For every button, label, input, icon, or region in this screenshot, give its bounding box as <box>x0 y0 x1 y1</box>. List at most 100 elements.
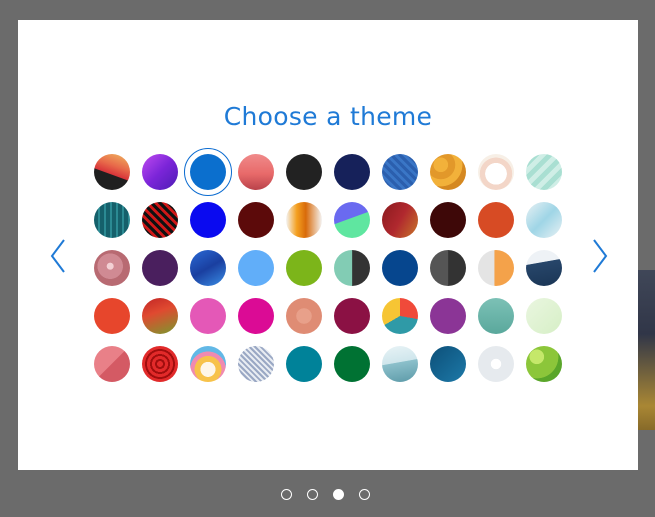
theme-swatch-20[interactable] <box>526 202 562 238</box>
chevron-right-icon <box>593 239 608 273</box>
theme-swatch-14[interactable] <box>238 202 274 238</box>
theme-swatch-41[interactable] <box>94 346 130 382</box>
previous-page-button[interactable] <box>46 234 70 278</box>
theme-swatch-cell <box>190 250 226 286</box>
theme-swatch-4[interactable] <box>238 154 274 190</box>
theme-swatch-cell <box>238 250 274 286</box>
theme-swatch-48[interactable] <box>430 346 466 382</box>
theme-swatch-27[interactable] <box>382 250 418 286</box>
theme-swatch-grid <box>94 148 562 382</box>
theme-swatch-8[interactable] <box>430 154 466 190</box>
theme-swatch-6[interactable] <box>334 154 370 190</box>
theme-swatch-cell <box>430 250 466 286</box>
theme-swatch-30[interactable] <box>526 250 562 286</box>
theme-swatch-19[interactable] <box>478 202 514 238</box>
theme-swatch-50[interactable] <box>526 346 562 382</box>
theme-swatch-cell <box>382 202 418 238</box>
theme-swatch-1[interactable] <box>94 154 130 190</box>
theme-swatch-29[interactable] <box>478 250 514 286</box>
theme-swatch-7[interactable] <box>382 154 418 190</box>
theme-swatch-cell <box>94 250 130 286</box>
theme-swatch-11[interactable] <box>94 202 130 238</box>
theme-swatch-46[interactable] <box>334 346 370 382</box>
theme-swatch-cell <box>142 298 178 334</box>
theme-swatch-cell <box>286 346 322 382</box>
theme-swatch-25[interactable] <box>286 250 322 286</box>
theme-swatch-cell <box>184 148 232 196</box>
theme-swatch-3[interactable] <box>190 154 226 190</box>
theme-swatch-cell <box>190 346 226 382</box>
theme-swatch-28[interactable] <box>430 250 466 286</box>
theme-swatch-22[interactable] <box>142 250 178 286</box>
theme-swatch-5[interactable] <box>286 154 322 190</box>
theme-swatch-cell <box>526 298 562 334</box>
theme-swatch-36[interactable] <box>334 298 370 334</box>
theme-swatch-24[interactable] <box>238 250 274 286</box>
theme-swatch-16[interactable] <box>334 202 370 238</box>
theme-swatch-cell <box>190 202 226 238</box>
theme-swatch-44[interactable] <box>238 346 274 382</box>
theme-swatch-cell <box>238 202 274 238</box>
theme-swatch-cell <box>478 346 514 382</box>
theme-swatch-cell <box>478 250 514 286</box>
theme-swatch-cell <box>382 154 418 190</box>
theme-swatch-cell <box>430 154 466 190</box>
theme-swatch-cell <box>94 346 130 382</box>
theme-swatch-49[interactable] <box>478 346 514 382</box>
theme-swatch-32[interactable] <box>142 298 178 334</box>
page-dot-3[interactable] <box>333 489 344 500</box>
theme-swatch-43[interactable] <box>190 346 226 382</box>
theme-swatch-cell <box>286 250 322 286</box>
page-indicator <box>281 489 370 500</box>
theme-swatch-2[interactable] <box>142 154 178 190</box>
theme-swatch-cell <box>526 250 562 286</box>
theme-swatch-cell <box>382 298 418 334</box>
theme-swatch-cell <box>478 154 514 190</box>
theme-swatch-33[interactable] <box>190 298 226 334</box>
theme-swatch-cell <box>142 250 178 286</box>
theme-swatch-cell <box>334 346 370 382</box>
theme-swatch-31[interactable] <box>94 298 130 334</box>
theme-swatch-34[interactable] <box>238 298 274 334</box>
theme-swatch-40[interactable] <box>526 298 562 334</box>
theme-swatch-cell <box>238 154 274 190</box>
theme-swatch-cell <box>334 298 370 334</box>
theme-swatch-cell <box>286 202 322 238</box>
dialog-title: Choose a theme <box>223 102 433 131</box>
theme-swatch-38[interactable] <box>430 298 466 334</box>
theme-swatch-cell <box>94 154 130 190</box>
theme-swatch-cell <box>382 346 418 382</box>
theme-swatch-12[interactable] <box>142 202 178 238</box>
theme-swatch-37[interactable] <box>382 298 418 334</box>
page-dot-2[interactable] <box>307 489 318 500</box>
page-dot-4[interactable] <box>359 489 370 500</box>
theme-swatch-23[interactable] <box>190 250 226 286</box>
theme-swatch-17[interactable] <box>382 202 418 238</box>
theme-swatch-10[interactable] <box>526 154 562 190</box>
theme-swatch-cell <box>382 250 418 286</box>
theme-swatch-26[interactable] <box>334 250 370 286</box>
theme-swatch-cell <box>142 202 178 238</box>
theme-swatch-cell <box>334 250 370 286</box>
theme-swatch-42[interactable] <box>142 346 178 382</box>
theme-swatch-cell <box>478 202 514 238</box>
theme-swatch-9[interactable] <box>478 154 514 190</box>
theme-swatch-cell <box>430 346 466 382</box>
theme-swatch-45[interactable] <box>286 346 322 382</box>
page-dot-1[interactable] <box>281 489 292 500</box>
theme-swatch-39[interactable] <box>478 298 514 334</box>
theme-swatch-15[interactable] <box>286 202 322 238</box>
theme-swatch-cell <box>286 298 322 334</box>
theme-swatch-13[interactable] <box>190 202 226 238</box>
next-page-button[interactable] <box>588 234 612 278</box>
theme-swatch-cell <box>190 298 226 334</box>
theme-swatch-18[interactable] <box>430 202 466 238</box>
theme-swatch-35[interactable] <box>286 298 322 334</box>
theme-swatch-cell <box>526 346 562 382</box>
theme-swatch-21[interactable] <box>94 250 130 286</box>
theme-swatch-cell <box>94 202 130 238</box>
theme-swatch-cell <box>334 202 370 238</box>
theme-swatch-47[interactable] <box>382 346 418 382</box>
theme-swatch-cell <box>334 154 370 190</box>
theme-swatch-cell <box>526 154 562 190</box>
